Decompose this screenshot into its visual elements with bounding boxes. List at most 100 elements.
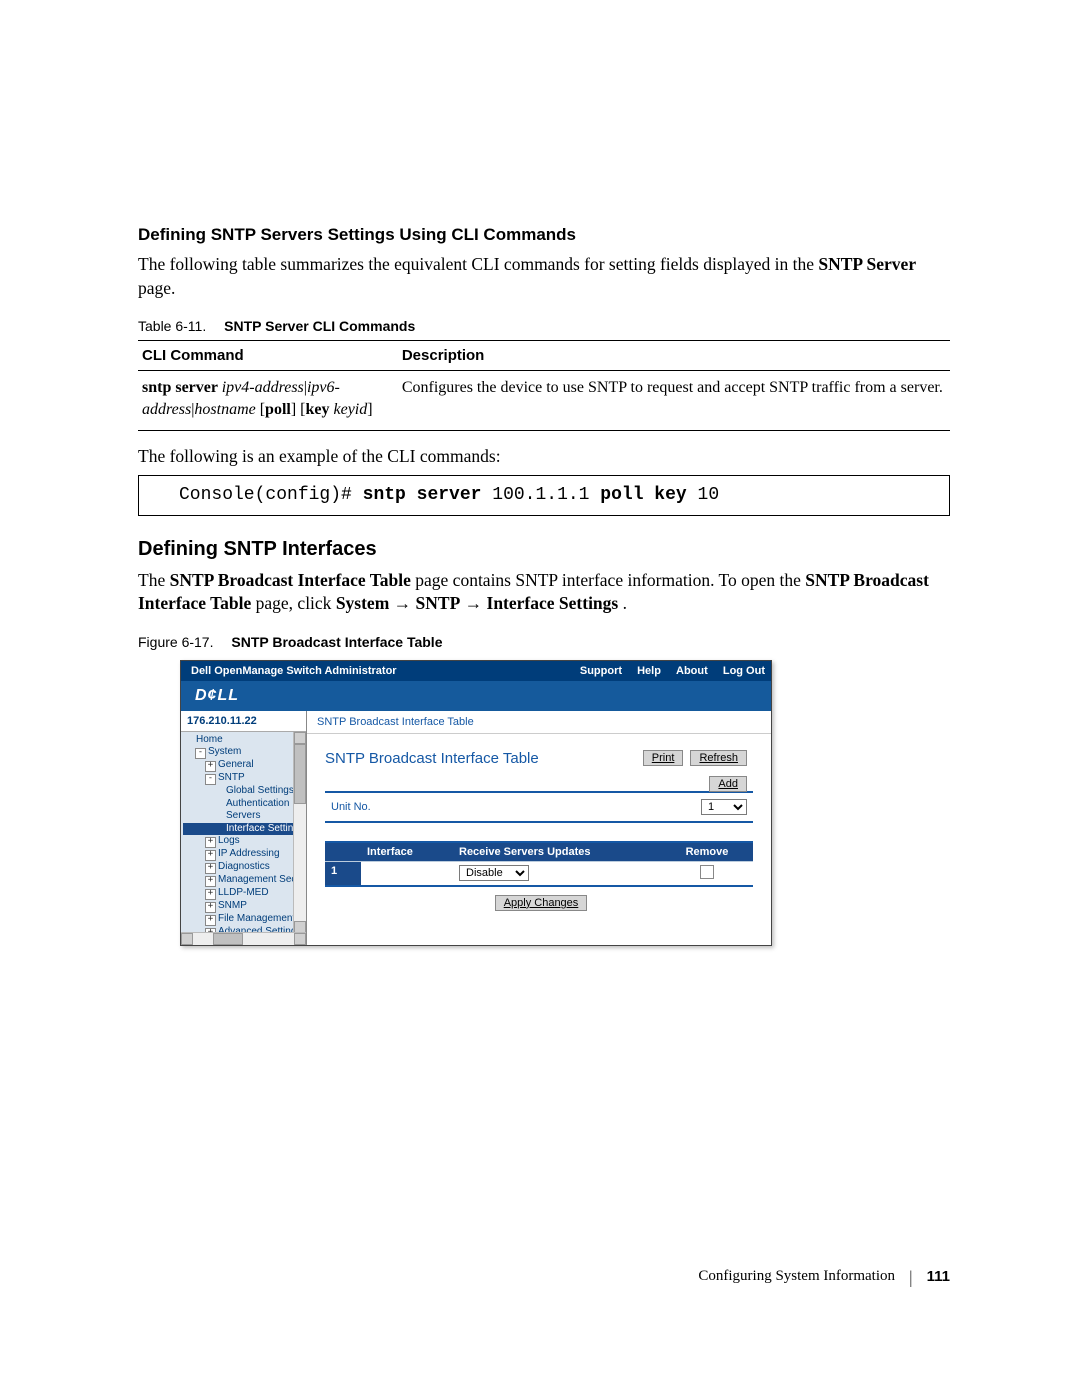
- topic-heading-interfaces: Defining SNTP Interfaces: [138, 538, 950, 561]
- code-arg: 100.1.1.1: [481, 485, 600, 505]
- panel-buttons: Print Refresh Add: [639, 750, 747, 792]
- tree-label: Interface Setting: [226, 823, 299, 834]
- logout-link[interactable]: Log Out: [723, 665, 765, 677]
- row-remove-cell: [661, 861, 753, 885]
- code-prompt: Console(config)#: [179, 485, 363, 505]
- panel: Print Refresh Add SNTP Broadcast Interfa…: [307, 734, 771, 911]
- table-row: sntp server ipv4-address|ipv6-address|ho…: [138, 371, 950, 431]
- apply-changes-button[interactable]: Apply Changes: [495, 895, 588, 911]
- p-arrow: →: [465, 593, 487, 613]
- tree-expand-icon[interactable]: +: [205, 915, 216, 926]
- tree-label: General: [218, 759, 254, 770]
- footer-separator-icon: |: [909, 1267, 913, 1288]
- code-arg: 10: [687, 485, 719, 505]
- p-bold: SNTP Broadcast Interface Table: [170, 570, 411, 590]
- scroll-thumb[interactable]: [294, 744, 306, 804]
- page-footer: Configuring System Information | 111: [698, 1266, 950, 1287]
- tree-node[interactable]: Home: [183, 734, 306, 747]
- p-bold: SNTP: [416, 593, 461, 613]
- tree-expand-icon[interactable]: +: [205, 850, 216, 861]
- syntax-bracket: ]: [367, 401, 372, 418]
- tree-label: Global Settings: [226, 785, 294, 796]
- tree-node[interactable]: +File Management: [183, 913, 306, 926]
- p-text: page contains SNTP interface information…: [415, 570, 805, 590]
- tree-label: Diagnostics: [218, 861, 270, 872]
- tree-expand-icon[interactable]: +: [205, 837, 216, 848]
- brand-logo: D¢LL: [181, 681, 771, 711]
- footer-page-number: 111: [927, 1268, 950, 1285]
- code-keyword: poll key: [600, 485, 686, 505]
- p-bold: System: [336, 593, 389, 613]
- p-arrow: →: [394, 593, 416, 613]
- intro-text-a: The following table summarizes the equiv…: [138, 254, 818, 274]
- tree-node[interactable]: Global Settings: [183, 785, 306, 798]
- refresh-button[interactable]: Refresh: [690, 750, 747, 766]
- table-caption-title: SNTP Server CLI Commands: [224, 318, 415, 334]
- tree-node[interactable]: +Logs: [183, 835, 306, 848]
- breadcrumb: SNTP Broadcast Interface Table: [307, 711, 771, 734]
- tree-label: Logs: [218, 835, 240, 846]
- tree-expand-icon[interactable]: +: [205, 876, 216, 887]
- tree-label: LLDP-MED: [218, 887, 269, 898]
- tree-expand-icon[interactable]: +: [205, 761, 216, 772]
- tree-expand-icon[interactable]: -: [195, 748, 206, 759]
- syntax-bracket: ] [: [291, 401, 306, 418]
- p-text: page, click: [256, 593, 336, 613]
- code-example: Console(config)# sntp server 100.1.1.1 p…: [138, 475, 950, 516]
- follow-text: The following is an example of the CLI c…: [138, 445, 950, 469]
- scroll-right-icon[interactable]: [294, 933, 306, 945]
- unit-row: Unit No. 1: [325, 791, 753, 823]
- table-header: Interface Receive Servers Updates Remove: [325, 843, 753, 861]
- tree-expand-icon[interactable]: +: [205, 863, 216, 874]
- tree-node[interactable]: -System: [183, 746, 306, 759]
- support-link[interactable]: Support: [580, 665, 622, 677]
- figure-caption-title: SNTP Broadcast Interface Table: [231, 634, 442, 650]
- syntax-kw: sntp server: [142, 379, 222, 396]
- syntax-arg: hostname: [194, 401, 255, 418]
- syntax-arg: keyid: [334, 401, 368, 418]
- tree-node[interactable]: Servers: [183, 810, 306, 823]
- tree-node[interactable]: +IP Addressing: [183, 848, 306, 861]
- tree-node[interactable]: +Management Securit: [183, 874, 306, 887]
- row-interface: [361, 861, 453, 885]
- unit-select[interactable]: 1: [701, 799, 747, 815]
- syntax-arg: ipv4-address: [222, 379, 304, 396]
- tree-node[interactable]: Interface Setting: [183, 823, 306, 836]
- tree-node[interactable]: +LLDP-MED: [183, 887, 306, 900]
- remove-checkbox[interactable]: [700, 865, 714, 879]
- tree-node[interactable]: -SNTP: [183, 772, 306, 785]
- about-link[interactable]: About: [676, 665, 708, 677]
- table-caption-num: Table 6-11.: [138, 318, 206, 334]
- row-index: 1: [325, 861, 361, 885]
- tree-node[interactable]: Authentication: [183, 798, 306, 811]
- nav-tree[interactable]: Home-System+General-SNTPGlobal SettingsA…: [181, 732, 306, 945]
- figure-caption: Figure 6-17. SNTP Broadcast Interface Ta…: [138, 634, 950, 650]
- tree-label: Servers: [226, 810, 260, 821]
- footer-section: Configuring System Information: [698, 1268, 895, 1285]
- tree-expand-icon[interactable]: -: [205, 774, 216, 785]
- tree-expand-icon[interactable]: +: [205, 902, 216, 913]
- main-pane: SNTP Broadcast Interface Table Print Ref…: [307, 711, 771, 945]
- unit-label: Unit No.: [331, 801, 371, 813]
- tree-node[interactable]: +SNMP: [183, 900, 306, 913]
- tree-hscrollbar[interactable]: [181, 932, 306, 945]
- tree-vscrollbar[interactable]: [293, 732, 306, 933]
- scroll-up-icon[interactable]: [294, 732, 306, 744]
- add-button[interactable]: Add: [709, 776, 747, 792]
- th-remove: Remove: [661, 843, 753, 861]
- cli-desc-cell: Configures the device to use SNTP to req…: [398, 371, 950, 431]
- scroll-left-icon[interactable]: [181, 933, 193, 945]
- tree-node[interactable]: +General: [183, 759, 306, 772]
- figure-caption-num: Figure 6-17.: [138, 634, 213, 650]
- table-row: 1 Disable: [325, 861, 753, 885]
- tree-node[interactable]: +Diagnostics: [183, 861, 306, 874]
- tree-expand-icon[interactable]: +: [205, 889, 216, 900]
- receive-updates-select[interactable]: Disable: [459, 865, 529, 881]
- scroll-thumb[interactable]: [213, 933, 243, 945]
- th-description: Description: [398, 341, 950, 371]
- p-text: The: [138, 570, 170, 590]
- print-button[interactable]: Print: [643, 750, 684, 766]
- embedded-ui-screenshot: Dell OpenManage Switch Administrator Sup…: [180, 660, 772, 946]
- help-link[interactable]: Help: [637, 665, 661, 677]
- th-receive-updates: Receive Servers Updates: [453, 843, 661, 861]
